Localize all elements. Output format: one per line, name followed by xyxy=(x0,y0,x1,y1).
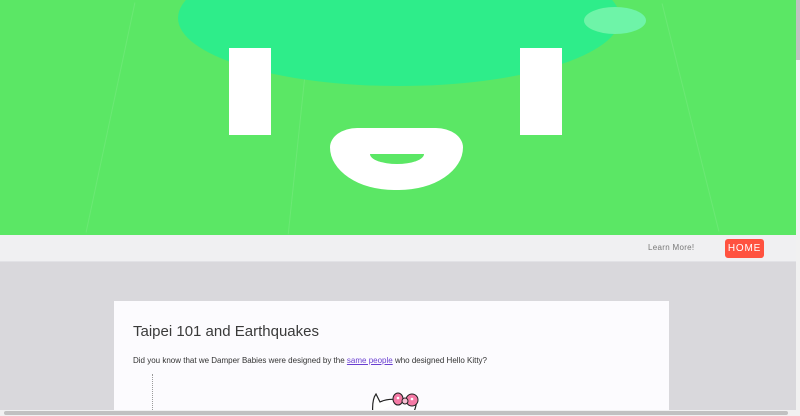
left-eye xyxy=(229,48,271,135)
horizontal-scrollbar[interactable] xyxy=(0,410,800,416)
top-navigation-bar: Learn More! xyxy=(0,235,796,262)
learn-more-link[interactable]: Learn More! xyxy=(648,243,694,252)
page-viewport: Learn More! HOME Taipei 101 and Earthqua… xyxy=(0,0,796,410)
hello-kitty-icon xyxy=(372,392,419,410)
right-eye xyxy=(520,48,562,135)
article-title: Taipei 101 and Earthquakes xyxy=(133,323,319,340)
hero-streak xyxy=(85,2,136,233)
article-intro: Did you know that we Damper Babies were … xyxy=(133,356,487,365)
same-people-link[interactable]: same people xyxy=(347,356,393,365)
hero-banner xyxy=(0,0,796,235)
intro-text-before: Did you know that we Damper Babies were … xyxy=(133,356,347,365)
dotted-divider xyxy=(152,374,153,410)
vertical-scrollbar[interactable] xyxy=(796,0,800,410)
hero-streak xyxy=(661,3,720,232)
home-button[interactable]: HOME xyxy=(725,239,764,258)
vertical-scrollbar-thumb[interactable] xyxy=(796,0,800,60)
hat-shine xyxy=(584,7,646,34)
intro-text-after: who designed Hello Kitty? xyxy=(392,356,487,365)
article-card: Taipei 101 and Earthquakes Did you know … xyxy=(114,301,669,410)
horizontal-scrollbar-thumb[interactable] xyxy=(4,411,788,415)
